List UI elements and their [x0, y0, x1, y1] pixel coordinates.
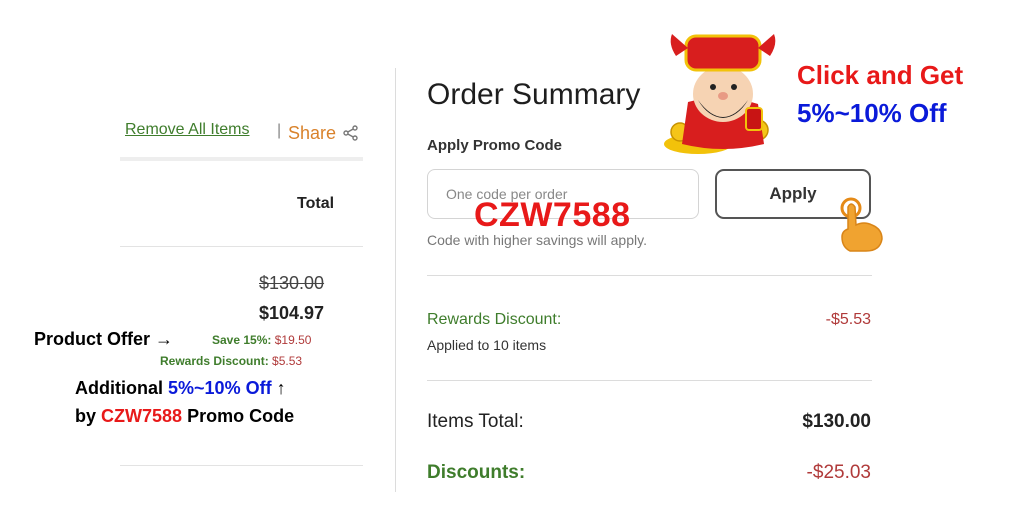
arrow-up-icon: ↑: [276, 378, 286, 398]
share-icon[interactable]: [342, 124, 360, 142]
rewards-value: $5.53: [272, 354, 303, 368]
separator: |: [277, 122, 282, 139]
remove-all-items-link[interactable]: Remove All Items: [125, 121, 249, 139]
items-total-value: $130.00: [802, 411, 871, 432]
promo-code-suffix: Promo Code: [187, 406, 295, 426]
column-divider: [395, 68, 396, 492]
additional-offer-annotation: Additional 5%~10% Off ↑: [75, 378, 286, 399]
summary-divider-1: [427, 275, 872, 276]
promo-code-text: CZW7588: [101, 406, 183, 426]
cart-header-divider: [120, 157, 363, 161]
share-button[interactable]: Share: [288, 123, 336, 144]
save-percent-row: Save 15%: $19.50: [212, 333, 311, 347]
apply-promo-label: Apply Promo Code: [427, 137, 563, 154]
arrow-right-icon: →: [155, 329, 174, 349]
row-divider-bottom: [120, 465, 363, 466]
fortune-god-mascot[interactable]: [658, 22, 788, 157]
save-value: $19.50: [274, 333, 312, 347]
discounts-value: -$25.03: [806, 462, 871, 483]
sale-price: $104.97: [259, 303, 325, 323]
product-offer-annotation: Product Offer →: [34, 329, 173, 350]
applied-to-items: Applied to 10 items: [427, 337, 547, 353]
rewards-label: Rewards Discount:: [160, 354, 269, 368]
pointing-hand-icon: [840, 197, 883, 252]
original-price: $130.00: [259, 273, 325, 293]
total-column-header: Total: [297, 195, 335, 212]
row-divider: [120, 246, 363, 247]
summary-divider-2: [427, 380, 872, 381]
discounts-label: Discounts:: [427, 462, 526, 483]
save-label: Save 15%:: [212, 333, 272, 347]
cta-line-1: Click and Get: [797, 60, 964, 90]
additional-text: Additional: [75, 378, 163, 398]
promo-code-overlay: CZW7588: [474, 196, 631, 234]
promo-code-annotation: by CZW7588 Promo Code: [75, 406, 294, 427]
rewards-discount-label: Rewards Discount:: [427, 311, 562, 328]
percent-off-text: 5%~10% Off: [168, 378, 272, 398]
product-offer-text: Product Offer: [34, 329, 151, 349]
items-total-label: Items Total:: [427, 411, 524, 432]
order-summary-title: Order Summary: [427, 78, 641, 111]
rewards-discount-row: Rewards Discount: $5.53: [160, 354, 302, 368]
rewards-discount-value: -$5.53: [825, 311, 871, 328]
by-text: by: [75, 406, 97, 426]
cta-line-2: 5%~10% Off: [797, 98, 947, 128]
